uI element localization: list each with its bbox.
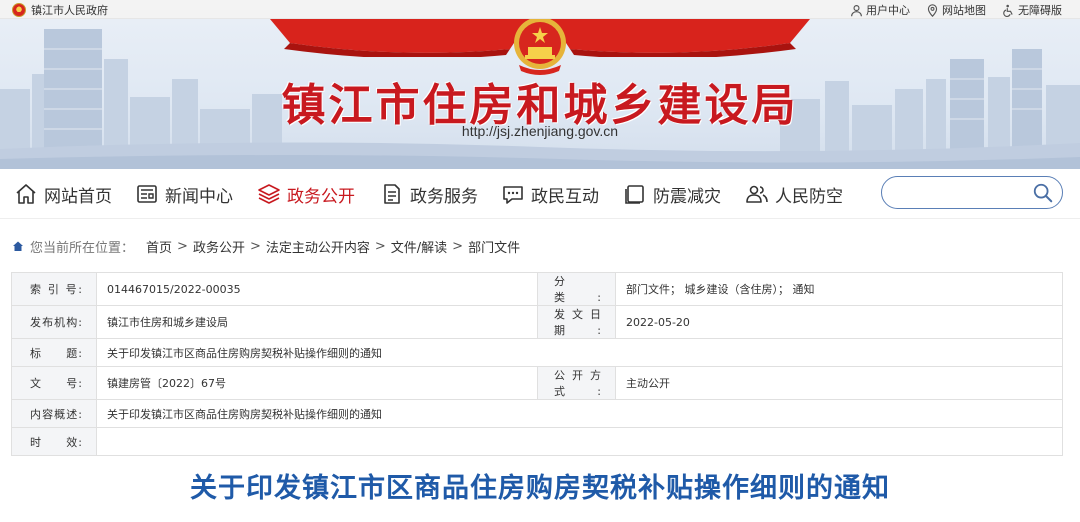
table-row: 发布机构: 镇江市住房和城乡建设局 发文日期: 2022-05-20	[11, 305, 1063, 339]
publisher-value: 镇江市住房和城乡建设局	[96, 305, 538, 339]
nav-item-label: 新闻中心	[165, 186, 233, 207]
home-icon	[13, 241, 23, 251]
breadcrumb-item-home[interactable]: 首页	[146, 237, 172, 256]
red-flag-left-decoration	[270, 19, 530, 57]
table-row: 标 题: 关于印发镇江市区商品住房购房契税补贴操作细则的通知	[11, 338, 1063, 367]
nav-item-civil-defense[interactable]: 人民防空	[745, 181, 843, 207]
accessibility-icon	[1003, 4, 1013, 17]
nav-item-label: 政务公开	[287, 186, 355, 207]
table-row: 索 引 号: 014467015/2022-00035 分 类: 部门文件； 城…	[11, 272, 1063, 306]
docno-value: 镇建房管〔2022〕67号	[96, 366, 538, 400]
table-row: 文 号: 镇建房管〔2022〕67号 公开方式: 主动公开	[11, 366, 1063, 400]
search-input[interactable]	[896, 183, 1026, 203]
nav-item-label: 人民防空	[775, 186, 843, 207]
news-icon	[137, 185, 157, 203]
user-center-link[interactable]: 用户中心	[850, 2, 910, 18]
breadcrumb-separator: >	[177, 238, 188, 254]
index-label: 索 引 号:	[11, 272, 97, 306]
document-title: 关于印发镇江市区商品住房购房契税补贴操作细则的通知	[190, 473, 890, 504]
breadcrumb: 您当前所在位置： 首页 > 政务公开 > 法定主动公开内容 > 文件/解读 > …	[12, 236, 520, 256]
index-value: 014467015/2022-00035	[96, 272, 538, 306]
home-icon	[16, 184, 36, 204]
map-pin-icon	[927, 3, 938, 17]
layers-icon	[258, 184, 280, 204]
summary-label: 内容概述:	[11, 399, 97, 428]
summary-value: 关于印发镇江市区商品住房购房契税补贴操作细则的通知	[96, 399, 1063, 428]
chat-icon	[503, 186, 523, 204]
disclosure-value: 主动公开	[615, 366, 1063, 400]
date-label: 发文日期:	[537, 305, 616, 339]
nav-item-label: 防震减灾	[653, 186, 721, 207]
search-icon[interactable]	[1032, 182, 1054, 204]
top-links: 用户中心 网站地图 无障碍版	[850, 2, 1062, 18]
nav-item-label: 政务服务	[410, 186, 478, 207]
main-navigation: 网站首页 新闻中心 政务公开 政务服务 政民互动 防震减灾 人民防空	[0, 169, 1080, 219]
breadcrumb-item-gov-affairs[interactable]: 政务公开	[193, 237, 245, 256]
search-box	[881, 176, 1063, 209]
window-icon	[625, 185, 644, 204]
site-banner: 镇江市住房和城乡建设局 http://jsj.zhenjiang.gov.cn	[0, 19, 1080, 169]
table-row: 内容概述: 关于印发镇江市区商品住房购房契税补贴操作细则的通知	[11, 399, 1063, 428]
site-url: http://jsj.zhenjiang.gov.cn	[461, 123, 619, 139]
breadcrumb-separator: >	[249, 238, 261, 254]
disclosure-label: 公开方式:	[537, 366, 616, 400]
nav-item-label: 政民互动	[531, 186, 599, 207]
top-bar: 镇江市人民政府 用户中心 网站地图 无障碍版	[0, 0, 1080, 19]
nav-item-home[interactable]: 网站首页	[14, 181, 112, 207]
date-value: 2022-05-20	[615, 305, 1063, 339]
accessibility-label: 无障碍版	[1018, 4, 1062, 17]
docno-label: 文 号:	[11, 366, 97, 400]
title-label: 标 题:	[11, 338, 97, 367]
nav-item-services[interactable]: 政务服务	[380, 181, 478, 207]
red-flag-right-decoration	[550, 19, 810, 57]
national-emblem-icon	[12, 3, 26, 17]
breadcrumb-item-statutory[interactable]: 法定主动公开内容	[266, 237, 370, 256]
breadcrumb-separator: >	[452, 238, 464, 254]
validity-label: 时 效:	[11, 427, 97, 456]
gov-site-name: 镇江市人民政府	[31, 4, 108, 17]
nav-item-gov-affairs[interactable]: 政务公开	[257, 181, 355, 207]
table-row: 时 效:	[11, 427, 1063, 456]
validity-value	[96, 427, 1063, 456]
nav-item-earthquake[interactable]: 防震减灾	[623, 181, 721, 207]
accessibility-link[interactable]: 无障碍版	[1002, 2, 1062, 18]
user-center-label: 用户中心	[866, 4, 910, 17]
people-icon	[746, 185, 768, 203]
nav-item-interaction[interactable]: 政民互动	[501, 181, 599, 207]
site-map-link[interactable]: 网站地图	[926, 2, 986, 18]
category-value: 部门文件； 城乡建设（含住房）； 通知	[615, 272, 1063, 306]
site-map-label: 网站地图	[942, 4, 986, 17]
category-label: 分 类:	[537, 272, 616, 306]
document-icon	[384, 184, 400, 204]
breadcrumb-separator: >	[374, 238, 386, 254]
breadcrumb-prefix: 您当前所在位置：	[30, 240, 135, 256]
nav-item-label: 网站首页	[44, 186, 112, 207]
document-meta-table: 索 引 号: 014467015/2022-00035 分 类: 部门文件； 城…	[11, 272, 1063, 456]
gov-site-link[interactable]: 镇江市人民政府	[12, 2, 108, 18]
publisher-label: 发布机构:	[11, 305, 97, 339]
breadcrumb-item-dept-files[interactable]: 部门文件	[468, 237, 520, 256]
nav-item-news[interactable]: 新闻中心	[135, 181, 233, 207]
user-icon	[851, 4, 862, 16]
title-value: 关于印发镇江市区商品住房购房契税补贴操作细则的通知	[96, 338, 1063, 367]
breadcrumb-item-files[interactable]: 文件/解读	[391, 237, 447, 256]
